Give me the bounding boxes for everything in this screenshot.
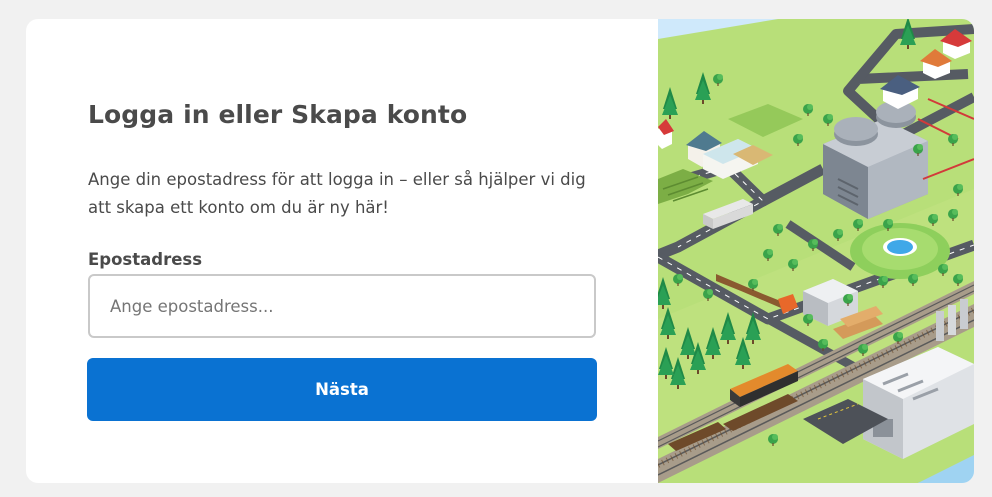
login-description: Ange din epostadress för att logga in – … bbox=[88, 170, 586, 217]
isometric-landscape-illustration bbox=[658, 19, 974, 483]
next-button[interactable]: Nästa bbox=[87, 358, 597, 421]
page-title: Logga in eller Skapa konto bbox=[88, 100, 468, 129]
login-card: Logga in eller Skapa konto Ange din epos… bbox=[26, 19, 974, 483]
login-form: Logga in eller Skapa konto Ange din epos… bbox=[26, 19, 658, 483]
email-label: Epostadress bbox=[88, 250, 203, 269]
email-input[interactable] bbox=[88, 274, 596, 338]
illustration-panel bbox=[658, 19, 974, 483]
